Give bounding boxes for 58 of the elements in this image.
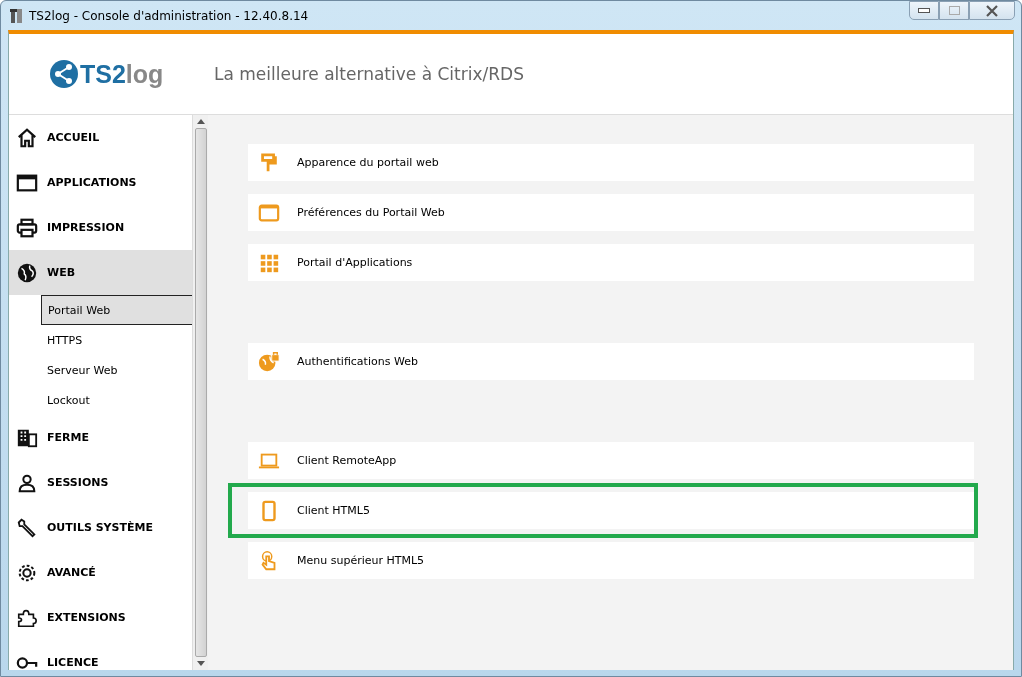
sidebar-label: IMPRESSION — [47, 221, 125, 234]
sidebar-subitem[interactable]: Lockout — [41, 385, 192, 415]
settings-card[interactable]: Apparence du portail web — [248, 144, 974, 181]
wrench-icon — [16, 516, 38, 539]
logo-text: TS2log — [80, 59, 164, 89]
settings-card[interactable]: Authentifications Web — [248, 343, 974, 380]
sidebar-item[interactable]: OUTILS SYSTÈME — [9, 505, 192, 550]
sidebar-item[interactable]: WEB — [9, 250, 192, 295]
sidebar-item[interactable]: AVANCÉ — [9, 550, 192, 595]
logo-icon — [49, 59, 79, 89]
globe-icon — [16, 261, 38, 284]
sidebar-label: SESSIONS — [47, 476, 109, 489]
sidebar-item[interactable]: SESSIONS — [9, 460, 192, 505]
sidebar-subitem[interactable]: Portail Web — [41, 295, 192, 325]
sidebar-label: OUTILS SYSTÈME — [47, 521, 153, 534]
tools-icon — [9, 7, 25, 24]
sidebar-label: FERME — [47, 431, 89, 444]
sidebar-item[interactable]: IMPRESSION — [9, 205, 192, 250]
settings-card[interactable]: Préférences du Portail Web — [248, 194, 974, 231]
maximize-icon — [948, 6, 960, 15]
sidebar-label: ACCUEIL — [47, 131, 100, 144]
globe-lock-icon — [258, 350, 280, 373]
card-label: Apparence du portail web — [297, 156, 439, 169]
sidebar-label: WEB — [47, 266, 76, 279]
settings-card[interactable]: Menu supérieur HTML5 — [248, 542, 974, 579]
card-label: Menu supérieur HTML5 — [297, 554, 425, 567]
card-label: Authentifications Web — [297, 355, 418, 368]
sidebar-item[interactable]: LICENCE — [9, 640, 192, 670]
scrollbar[interactable] — [192, 115, 208, 670]
settings-card[interactable]: Client RemoteApp — [248, 442, 974, 479]
sidebar-label: EXTENSIONS — [47, 611, 126, 624]
settings-card[interactable]: Client HTML5 — [248, 492, 974, 529]
scrollbar-thumb[interactable] — [194, 128, 207, 657]
scroll-down-icon[interactable] — [196, 661, 205, 666]
sidebar-subitem[interactable]: HTTPS — [41, 325, 192, 355]
minimize-button[interactable] — [909, 1, 939, 20]
sidebar-subitem[interactable]: Serveur Web — [41, 355, 192, 385]
tagline: La meilleure alternative à Citrix/RDS — [214, 64, 524, 84]
minimize-icon — [918, 8, 930, 13]
sidebar-item[interactable]: FERME — [9, 415, 192, 460]
card-label: Client RemoteApp — [297, 454, 397, 467]
sidebar-label: AVANCÉ — [47, 566, 96, 579]
sidebar-item[interactable]: EXTENSIONS — [9, 595, 192, 640]
card-label: Portail d'Applications — [297, 256, 413, 269]
printer-icon — [16, 216, 38, 239]
sidebar-label: LICENCE — [47, 656, 99, 669]
sidebar-label: APPLICATIONS — [47, 176, 137, 189]
scroll-up-icon[interactable] — [196, 119, 205, 124]
close-button[interactable] — [969, 1, 1015, 20]
card-label: Client HTML5 — [297, 504, 370, 517]
close-icon — [985, 4, 999, 17]
home-icon — [16, 126, 38, 149]
card-label: Préférences du Portail Web — [297, 206, 445, 219]
sidebar-item[interactable]: ACCUEIL — [9, 115, 192, 160]
sidebar-item[interactable]: APPLICATIONS — [9, 160, 192, 205]
paint-roller-icon — [258, 151, 280, 174]
window-title: TS2log - Console d'administration - 12.40.8.14 — [29, 8, 309, 23]
settings-card[interactable]: Portail d'Applications — [248, 244, 974, 281]
